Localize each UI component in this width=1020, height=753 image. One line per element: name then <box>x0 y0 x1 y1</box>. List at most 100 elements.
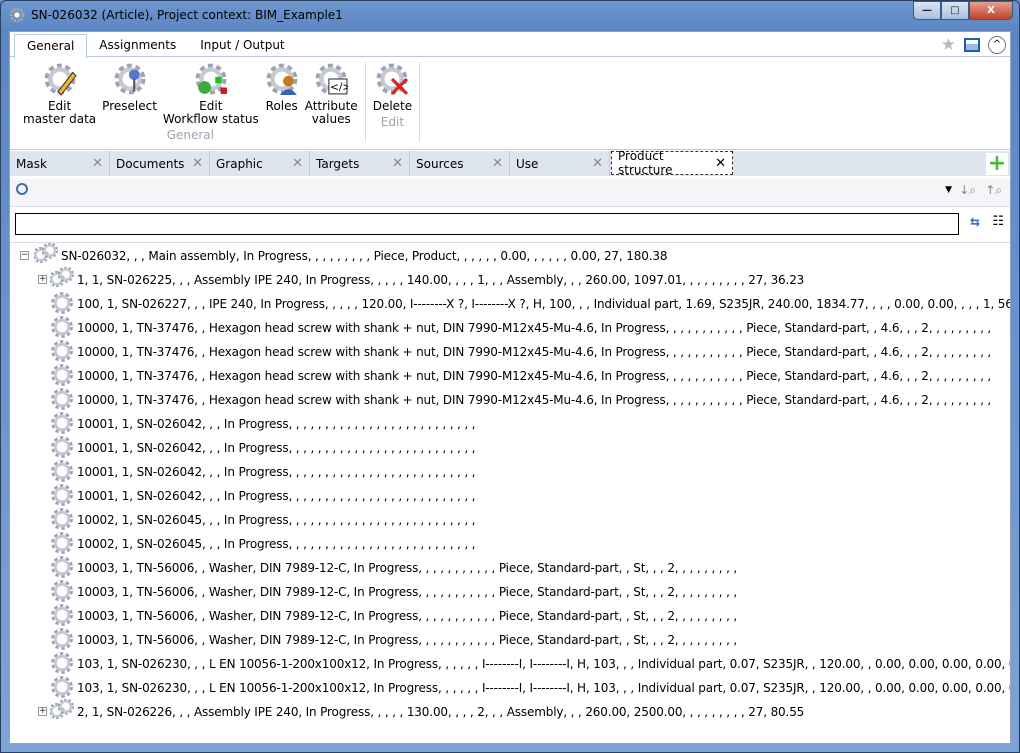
tab-graphic[interactable]: Graphic ✕ <box>210 151 310 176</box>
tab-label: Documents <box>116 156 185 171</box>
tree-row-text: 10002, 1, SN-026045, , , In Progress, , … <box>77 513 476 527</box>
ribbon-tab-assignments[interactable]: Assignments <box>87 32 188 57</box>
tree-row-text: 10003, 1, TN-56006, , Washer, DIN 7989-1… <box>77 585 738 599</box>
tab-documents[interactable]: Documents ✕ <box>110 151 210 176</box>
close-tab-icon[interactable]: ✕ <box>392 156 403 171</box>
ribbon-group-edit: Delete Edit <box>366 62 421 142</box>
tree-row[interactable]: 10002, 1, SN-026045, , , In Progress, , … <box>50 507 476 532</box>
tab-label: Targets <box>316 156 360 171</box>
refresh-icon[interactable]: ⇆ <box>970 215 980 229</box>
tab-label: Mask <box>16 156 47 171</box>
tree-row[interactable]: 10003, 1, TN-56006, , Washer, DIN 7989-1… <box>50 627 738 654</box>
part-gear-icon <box>50 363 74 390</box>
close-tab-icon[interactable]: ✕ <box>92 156 103 171</box>
tree-row[interactable]: 10001, 1, SN-026042, , , In Progress, , … <box>50 411 475 438</box>
tree-row-text: 103, 1, SN-026230, , , L EN 10056-1-200x… <box>77 657 1010 671</box>
tab-label: Product structure <box>618 149 673 177</box>
gear-workflow-icon <box>194 62 228 100</box>
gear-code-icon: </> <box>314 62 352 100</box>
tab-product-structure[interactable]: Product structure ✕ <box>611 149 733 177</box>
attribute-values-button[interactable]: </> Attribute values <box>302 62 361 126</box>
assembly-gear-icon <box>32 243 58 270</box>
delete-button[interactable]: Delete <box>370 62 415 113</box>
search-icon[interactable] <box>16 183 28 195</box>
filter-input[interactable] <box>15 213 959 235</box>
tree-options-icon[interactable]: ☷ <box>992 214 1004 229</box>
tab-mask[interactable]: Mask ✕ <box>10 151 110 176</box>
roles-button[interactable]: Roles <box>262 62 302 113</box>
tab-targets[interactable]: Targets ✕ <box>310 151 410 176</box>
window-layout-icon[interactable] <box>964 38 980 52</box>
svg-text:</>: </> <box>330 81 348 94</box>
close-tab-icon[interactable]: ✕ <box>192 156 203 171</box>
part-gear-icon <box>50 387 74 414</box>
part-gear-icon <box>50 579 74 606</box>
document-tabs: + Mask ✕ Documents ✕ Graphic ✕ Targets ✕ Sources… <box>10 149 1010 177</box>
tree-row[interactable]: 10000, 1, TN-37476, , Hexagon head screw… <box>50 315 991 340</box>
search-dropdown-icon[interactable]: ▼ <box>945 185 952 195</box>
sort-descending-icon[interactable]: ↓⌕ <box>959 183 976 198</box>
tree-row[interactable]: +1, 1, SN-026225, , , Assembly IPE 240, … <box>38 265 804 292</box>
part-gear-icon <box>50 531 74 558</box>
ribbon-group-label: Edit <box>380 115 405 129</box>
tree-row[interactable]: 10003, 1, TN-56006, , Washer, DIN 7989-1… <box>50 579 738 606</box>
ribbon: Edit master data Preselect Edit Workflow s… <box>10 58 1010 150</box>
add-tab-button[interactable]: + <box>986 153 1008 175</box>
sort-ascending-icon[interactable]: ↑⌕ <box>985 183 1002 198</box>
tree-row[interactable]: 100, 1, SN-026227, , , IPE 240, In Progr… <box>50 291 1010 318</box>
tab-sources[interactable]: Sources ✕ <box>410 151 510 176</box>
expand-icon[interactable]: + <box>38 707 47 716</box>
tree-row-text: 10003, 1, TN-56006, , Washer, DIN 7989-1… <box>77 633 738 647</box>
tree-row[interactable]: 10003, 1, TN-56006, , Washer, DIN 7989-1… <box>50 603 737 628</box>
collapse-icon[interactable]: − <box>20 251 29 260</box>
app-gear-icon <box>9 7 25 23</box>
window-title: SN-026032 (Article), Project context: BI… <box>31 8 343 22</box>
minimize-button[interactable]: — <box>913 1 941 20</box>
tree-row[interactable]: 10001, 1, SN-026042, , , In Progress, , … <box>50 483 475 508</box>
tree-row[interactable]: 10000, 1, TN-37476, , Hexagon head screw… <box>50 387 991 414</box>
ribbon-group-general: Edit master data Preselect Edit Workflow s… <box>16 62 366 142</box>
expand-icon[interactable]: + <box>38 275 47 284</box>
tree-row[interactable]: 103, 1, SN-026230, , , L EN 10056-1-200x… <box>50 675 1010 700</box>
gear-pin-icon <box>113 62 147 100</box>
ribbon-tab-general[interactable]: General <box>14 34 88 59</box>
close-tab-icon[interactable]: ✕ <box>592 156 603 171</box>
collapse-ribbon-button[interactable]: ^ <box>988 36 1006 54</box>
product-structure-tree: − SN-026032, , , Main assembly, In Progre… <box>10 242 1010 743</box>
tab-label: Graphic <box>216 156 263 171</box>
ribbon-button-label: Attribute values <box>304 99 358 126</box>
gear-user-icon <box>265 62 299 100</box>
ribbon-button-label: Preselect <box>102 99 157 113</box>
tree-row[interactable]: +2, 1, SN-026226, , , Assembly IPE 240, … <box>38 697 805 726</box>
ribbon-button-label: Roles <box>265 99 298 113</box>
tree-row[interactable]: 103, 1, SN-026230, , , L EN 10056-1-200x… <box>50 651 1010 676</box>
close-tab-icon[interactable]: ✕ <box>492 156 503 171</box>
part-gear-icon <box>50 291 74 318</box>
tree-row[interactable]: 10001, 1, SN-026042, , , In Progress, , … <box>50 435 475 460</box>
edit-workflow-status-button[interactable]: Edit Workflow status <box>160 62 262 126</box>
ribbon-tab-input-output[interactable]: Input / Output <box>188 32 296 57</box>
tree-row[interactable]: 10003, 1, TN-56006, , Washer, DIN 7989-1… <box>50 555 737 580</box>
favorite-star-icon[interactable]: ★ <box>941 35 956 55</box>
edit-master-data-button[interactable]: Edit master data <box>20 62 99 126</box>
tree-row-text: 10000, 1, TN-37476, , Hexagon head screw… <box>77 345 992 359</box>
close-tab-icon[interactable]: ✕ <box>292 156 303 171</box>
close-icon: X <box>987 5 995 16</box>
tree-row[interactable]: 10001, 1, SN-026042, , , In Progress, , … <box>50 459 475 484</box>
tab-use[interactable]: Use ✕ <box>510 151 610 176</box>
part-gear-icon <box>50 627 74 654</box>
tree-row[interactable]: 10000, 1, TN-37476, , Hexagon head screw… <box>50 339 992 364</box>
close-tab-icon[interactable]: ✕ <box>715 156 726 171</box>
close-button[interactable]: X <box>969 1 1013 20</box>
gear-pencil-icon <box>43 62 77 100</box>
tree-row-text: 100, 1, SN-026227, , , IPE 240, In Progr… <box>77 297 1010 311</box>
assembly-gear-icon <box>48 697 74 726</box>
part-gear-icon <box>50 411 74 438</box>
maximize-button[interactable]: □ <box>941 1 969 20</box>
tree-row[interactable]: 10000, 1, TN-37476, , Hexagon head screw… <box>50 363 991 390</box>
tree-row[interactable]: 10002, 1, SN-026045, , , In Progress, , … <box>50 531 475 558</box>
preselect-button[interactable]: Preselect <box>99 62 160 113</box>
tree-row-text: 2, 1, SN-026226, , , Assembly IPE 240, I… <box>77 705 805 719</box>
minimize-icon: — <box>922 5 932 16</box>
tree-row[interactable]: − SN-026032, , , Main assembly, In Progre… <box>20 243 667 270</box>
